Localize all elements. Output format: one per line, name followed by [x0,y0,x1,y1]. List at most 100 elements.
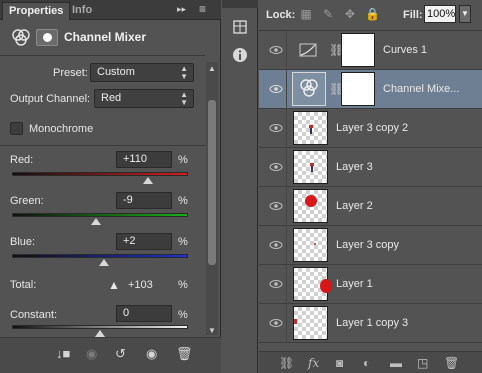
constant-slider-thumb[interactable] [95,330,105,337]
layer-row-selected[interactable]: ⛓ Channel Mixe... [259,70,482,109]
monochrome-checkbox[interactable] [10,122,23,135]
blue-slider-thumb[interactable] [98,259,109,266]
constant-slider[interactable] [12,325,188,329]
divider [286,31,287,70]
layer-mask-thumbnail[interactable] [341,72,375,106]
layer-mask-icon[interactable] [36,29,58,46]
blue-slider[interactable] [12,254,188,258]
green-slider-thumb[interactable] [91,218,102,225]
total-value: +103 [128,279,153,291]
red-slider-thumb[interactable] [142,177,153,184]
visibility-eye-icon[interactable] [269,82,283,96]
layer-thumbnail[interactable] [293,111,328,145]
layers-panel: Lock: ▦ ✎ ✥ 🔒 Fill: 100% ▼ ⛓ Curves 1 ⛓ … [259,0,482,373]
layer-thumbnail[interactable] [293,150,328,184]
new-group-icon[interactable]: ▬ [390,356,402,370]
layers-lock-bar: Lock: ▦ ✎ ✥ 🔒 Fill: 100% ▼ [259,0,482,31]
layer-row[interactable]: Layer 3 [259,148,482,187]
blue-value-input[interactable]: +2 [116,233,172,250]
lock-paint-icon[interactable]: ✎ [321,7,335,21]
view-previous-icon[interactable]: ◉ [86,347,97,361]
panel-dock-strip [222,0,258,373]
preset-select[interactable]: Custom ▲ ▼ [90,63,194,82]
adjustment-title: Channel Mixer [64,30,147,44]
layer-name: Layer 3 copy [336,239,399,251]
green-slider[interactable] [12,213,188,217]
properties-tabbar: Properties Info ▸▸ ≡ [0,0,221,20]
clip-to-layer-icon[interactable]: ↓■ [56,347,70,361]
visibility-eye-icon[interactable] [269,121,283,135]
lock-move-icon[interactable]: ✥ [343,7,357,21]
layer-thumbnail[interactable] [293,267,332,301]
divider [286,265,287,304]
blue-unit: % [178,236,188,248]
collapse-panel-icon[interactable]: ▸▸ [177,4,186,15]
layer-name: Layer 1 [336,278,373,290]
visibility-eye-icon[interactable] [269,277,283,291]
blue-label: Blue: [10,236,36,248]
fx-icon[interactable]: fx [308,356,319,370]
constant-unit: % [178,309,188,321]
constant-value-input[interactable]: 0 [116,305,172,322]
layer-thumbnail[interactable] [293,189,328,223]
lock-all-icon[interactable]: 🔒 [365,7,380,21]
divider [286,148,287,187]
layer-row[interactable]: Layer 3 copy [259,226,482,265]
panel-menu-icon[interactable]: ≡ [199,2,206,16]
visibility-eye-icon[interactable] [269,199,283,213]
layer-row[interactable]: ⛓ Curves 1 [259,31,482,70]
layer-row[interactable]: Layer 2 [259,187,482,226]
preset-label: Preset: [53,67,88,79]
layer-row[interactable]: Layer 1 [259,265,482,304]
scroll-down-icon[interactable]: ▼ [208,326,216,335]
layer-thumbnail[interactable] [293,306,328,340]
tab-info[interactable]: Info [66,2,98,20]
properties-bottom-bar: ↓■ ◉ ↺ ◉ 🗑 [0,337,221,373]
scrollbar-thumb[interactable] [208,100,216,265]
layer-name: Layer 1 copy 3 [336,317,409,329]
visibility-eye-icon[interactable] [269,160,283,174]
visibility-eye-icon[interactable] [269,238,283,252]
divider [286,226,287,265]
new-adjustment-icon[interactable]: ◐ [363,356,370,370]
visibility-eye-icon[interactable]: ◉ [146,347,157,361]
adjustment-thumbnail[interactable] [292,72,326,106]
output-channel-select[interactable]: Red ▲ ▼ [94,89,194,108]
new-layer-icon[interactable]: ◳ [417,356,428,370]
reset-icon[interactable]: ↺ [115,347,126,361]
up-down-arrows-icon: ▲ ▼ [180,64,188,81]
up-down-arrows-icon: ▲ ▼ [180,90,188,107]
total-unit: % [178,279,188,291]
link-chain-icon[interactable]: ⛓ [329,81,344,97]
lock-label: Lock: [266,9,296,21]
green-label: Green: [10,195,44,207]
tab-properties[interactable]: Properties [2,2,71,20]
3d-cube-icon[interactable] [230,18,250,38]
visibility-eye-icon[interactable] [269,316,283,330]
link-chain-icon[interactable]: ⛓ [329,42,344,58]
warning-icon: ▲ [108,278,120,292]
lock-transparent-icon[interactable]: ▦ [299,7,313,21]
monochrome-label: Monochrome [29,123,94,135]
red-value-input[interactable]: +110 [116,151,172,168]
green-value-input[interactable]: -9 [116,192,172,209]
constant-label: Constant: [10,309,58,321]
info-icon[interactable] [230,46,250,66]
fill-input[interactable]: 100% [424,5,456,23]
curves-adjustment-icon [299,43,317,57]
trash-icon[interactable]: 🗑 [176,347,193,361]
properties-scrollbar[interactable]: ▲ ▼ [206,62,218,335]
layer-thumbnail[interactable] [293,228,328,262]
visibility-eye-icon[interactable] [269,43,283,57]
layer-mask-thumbnail[interactable] [341,33,375,67]
red-slider[interactable] [12,172,188,176]
divider [286,304,287,343]
layer-row[interactable]: Layer 3 copy 2 [259,109,482,148]
fill-dropdown-icon[interactable]: ▼ [459,5,471,23]
delete-layer-icon[interactable]: 🗑 [444,356,459,370]
layer-name: Curves 1 [383,44,428,56]
add-mask-icon[interactable]: ◙ [336,356,343,370]
layer-row[interactable]: Layer 1 copy 3 [259,304,482,343]
scroll-up-icon[interactable]: ▲ [208,64,216,73]
link-layers-icon[interactable]: ⛓ [279,356,294,370]
